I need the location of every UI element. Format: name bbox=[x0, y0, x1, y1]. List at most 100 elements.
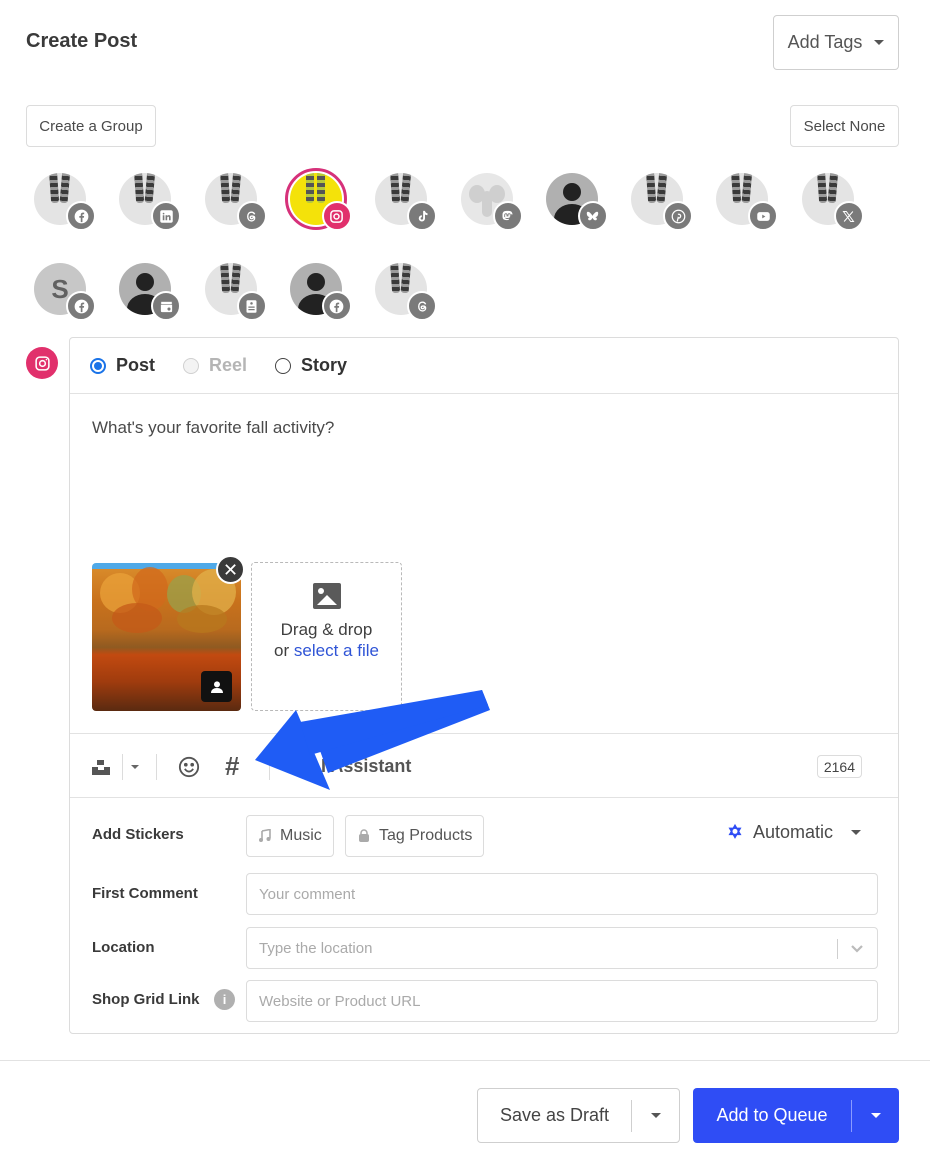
start-page-icon bbox=[236, 291, 267, 321]
google-business-icon bbox=[151, 291, 182, 321]
post-type-story[interactable]: Story bbox=[275, 355, 347, 376]
shop-grid-link-label: Shop Grid Link bbox=[92, 991, 200, 1008]
media-thumbnail[interactable] bbox=[92, 563, 241, 711]
footer-divider bbox=[0, 1060, 930, 1061]
account-avatar-linkedin[interactable] bbox=[119, 173, 182, 231]
save-draft-button[interactable]: Save as Draft bbox=[478, 1105, 631, 1126]
ai-assistant-label: AI Assistant bbox=[308, 756, 412, 776]
first-comment-input[interactable] bbox=[259, 885, 865, 903]
emoji-button[interactable] bbox=[178, 734, 200, 799]
music-sticker-button[interactable]: Music bbox=[246, 815, 334, 857]
select-none-button[interactable]: Select None bbox=[790, 105, 899, 147]
add-to-queue-dropdown[interactable] bbox=[852, 1113, 899, 1118]
account-avatar-tiktok[interactable] bbox=[375, 173, 438, 231]
tag-people-button[interactable] bbox=[201, 671, 232, 702]
add-tags-label: Add Tags bbox=[787, 32, 863, 52]
account-avatar-threads[interactable] bbox=[204, 173, 267, 231]
chevron-down-icon[interactable] bbox=[849, 940, 865, 956]
add-to-queue-button[interactable]: Add to Queue bbox=[693, 1105, 851, 1126]
caret-down-icon bbox=[851, 830, 862, 835]
youtube-icon bbox=[748, 201, 779, 231]
close-icon: ✕ bbox=[222, 559, 239, 580]
post-type-selector: Post Reel Story bbox=[70, 338, 898, 394]
save-draft-split-button: Save as Draft bbox=[477, 1088, 680, 1143]
account-avatar-youtube[interactable] bbox=[716, 173, 779, 231]
caret-down-icon bbox=[874, 40, 885, 45]
post-type-reel: Reel bbox=[183, 355, 247, 376]
linkedin-icon bbox=[151, 201, 182, 231]
radio-checked-icon[interactable] bbox=[90, 357, 106, 374]
composer-toolbar: # AI Assistant 2164 bbox=[70, 733, 898, 798]
dropzone-text: Drag & drop bbox=[280, 620, 373, 639]
post-type-label: Reel bbox=[209, 355, 248, 375]
hashtag-icon: # bbox=[225, 751, 240, 781]
save-draft-dropdown[interactable] bbox=[632, 1113, 679, 1118]
shop-grid-link-input[interactable] bbox=[259, 992, 865, 1010]
hashtag-button[interactable]: # bbox=[225, 734, 239, 799]
tag-products-label: Tag Products bbox=[379, 827, 473, 844]
account-avatar-facebook[interactable] bbox=[289, 263, 352, 321]
radio-unchecked-icon[interactable] bbox=[275, 357, 292, 374]
add-stickers-label: Add Stickers bbox=[92, 826, 184, 843]
account-avatar-start-page[interactable] bbox=[204, 263, 267, 321]
pinterest-icon bbox=[663, 201, 694, 231]
instagram-icon bbox=[26, 347, 58, 379]
add-to-queue-split-button: Add to Queue bbox=[693, 1088, 899, 1143]
select-separator bbox=[837, 939, 838, 959]
shop-grid-link-field[interactable] bbox=[246, 980, 878, 1022]
location-input[interactable] bbox=[259, 939, 865, 957]
tiktok-icon bbox=[407, 201, 438, 231]
media-library-button[interactable] bbox=[92, 734, 110, 799]
tag-products-button[interactable]: Tag Products bbox=[345, 815, 485, 857]
media-library-dropdown[interactable] bbox=[131, 734, 139, 799]
location-select[interactable] bbox=[246, 927, 878, 969]
facebook-icon bbox=[66, 201, 96, 231]
threads-icon bbox=[407, 291, 438, 321]
account-avatar-mastodon[interactable] bbox=[460, 173, 523, 231]
bluesky-icon bbox=[577, 201, 608, 231]
automatic-publish-dropdown[interactable]: Automatic bbox=[725, 822, 862, 843]
post-type-label: Post bbox=[116, 355, 156, 375]
page-title: Create Post bbox=[26, 30, 138, 52]
magic-wand-icon bbox=[288, 760, 300, 773]
music-label: Music bbox=[280, 827, 322, 844]
image-icon bbox=[312, 583, 341, 609]
shopping-bag-icon bbox=[359, 829, 369, 842]
first-comment-label: First Comment bbox=[92, 885, 198, 902]
gear-icon bbox=[728, 823, 742, 839]
caret-down-icon bbox=[131, 764, 139, 769]
remove-media-button[interactable]: ✕ bbox=[216, 555, 245, 584]
account-avatar-facebook[interactable]: S bbox=[34, 263, 96, 321]
select-file-link[interactable]: select a file bbox=[294, 641, 379, 660]
post-type-label: Story bbox=[301, 355, 348, 375]
add-tags-dropdown[interactable]: Add Tags bbox=[773, 15, 899, 70]
x-icon bbox=[833, 201, 864, 231]
radio-disabled-icon bbox=[183, 357, 200, 374]
threads-icon bbox=[236, 201, 267, 231]
media-dropzone[interactable]: Drag & drop or select a file bbox=[251, 562, 402, 711]
post-text-editor[interactable]: What's your favorite fall activity? bbox=[92, 418, 334, 438]
account-avatar-google-business[interactable] bbox=[119, 263, 182, 321]
account-avatar-threads[interactable] bbox=[375, 263, 438, 321]
media-library-icon bbox=[92, 759, 110, 775]
account-avatar-instagram[interactable] bbox=[284, 168, 352, 231]
mastodon-icon bbox=[492, 201, 523, 231]
create-group-button[interactable]: Create a Group bbox=[26, 105, 156, 147]
first-comment-field[interactable] bbox=[246, 873, 878, 915]
instagram-icon bbox=[321, 201, 352, 231]
account-avatar-bluesky[interactable] bbox=[545, 173, 608, 231]
caret-down-icon bbox=[650, 1113, 661, 1118]
post-type-post[interactable]: Post bbox=[90, 355, 155, 376]
ai-assistant-button[interactable]: AI Assistant bbox=[288, 734, 411, 799]
person-icon bbox=[210, 680, 223, 693]
music-note-icon bbox=[259, 829, 271, 842]
automatic-label: Automatic bbox=[753, 822, 834, 842]
account-avatar-facebook[interactable] bbox=[34, 173, 96, 231]
caret-down-icon bbox=[870, 1113, 881, 1118]
facebook-icon bbox=[66, 291, 96, 321]
account-avatar-x[interactable] bbox=[801, 173, 864, 231]
info-icon[interactable]: i bbox=[214, 989, 235, 1010]
emoji-icon bbox=[178, 756, 200, 777]
account-avatar-pinterest[interactable] bbox=[631, 173, 694, 231]
dropzone-or: or bbox=[274, 641, 290, 660]
